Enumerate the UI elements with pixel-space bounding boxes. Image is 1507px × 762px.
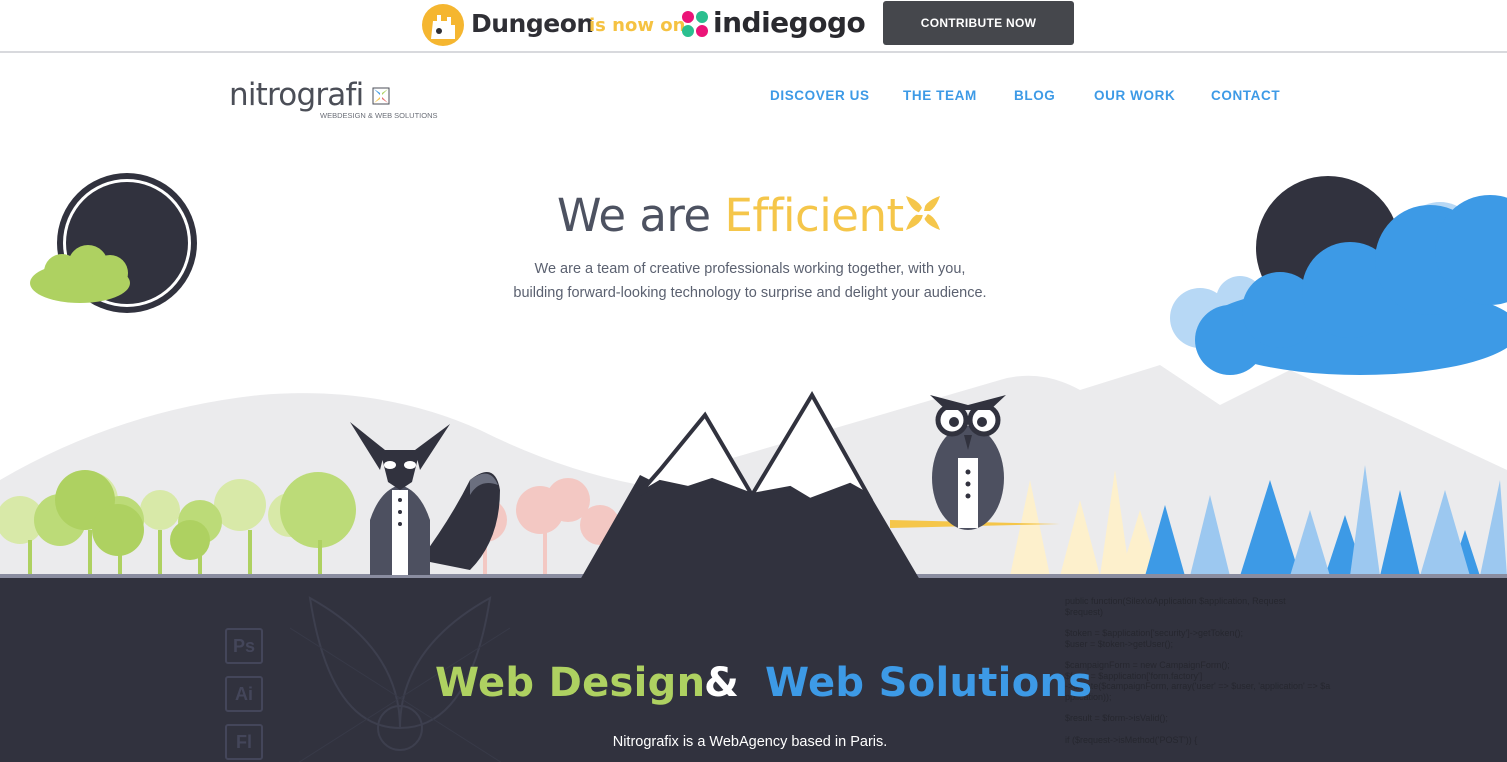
promo-middle-text: is now on [589, 15, 686, 36]
nav-contact[interactable]: CONTACT [1211, 88, 1280, 106]
code-line: $user = $token->getUser(); [1065, 638, 1174, 649]
nav-discover-us[interactable]: DISCOVER US [770, 88, 870, 106]
illustrator-icon: Ai [225, 676, 263, 712]
code-line: $token = $application['security']->getTo… [1065, 628, 1244, 638]
code-line: ->create($campaignForm, array('user' => … [1065, 681, 1331, 691]
contribute-now-button[interactable]: CONTRIBUTE NOW [883, 1, 1074, 45]
hero-subtitle-line-2: building forward-looking technology to s… [513, 285, 987, 301]
hero-title-accent: Efficient [724, 189, 904, 242]
dungeon-logo-icon [422, 4, 464, 46]
agency-tagline: Nitrografix is a WebAgency based in Pari… [612, 734, 888, 750]
hero-subtitle-line-1: We are a team of creative professionals … [534, 261, 966, 277]
code-line: $request) [1065, 606, 1104, 617]
nav-blog[interactable]: BLOG [1014, 88, 1055, 106]
hero-title: We are Efficient [557, 189, 904, 242]
nav-the-team[interactable]: THE TEAM [903, 88, 977, 106]
code-line: if ($request->isMethod('POST')) { [1065, 734, 1198, 745]
logo-text: nitrografi [229, 77, 364, 113]
promo-banner: Dungeon is now on indiegogo CONTRIBUTE N… [0, 0, 1507, 53]
hero-title-start: We are [557, 189, 711, 242]
code-background: public function(Silex\oApplication $appl… [1065, 596, 1331, 745]
web-design-heading: Web Design [435, 660, 706, 706]
flash-icon: Fl [225, 724, 263, 760]
nav-our-work[interactable]: OUR WORK [1094, 88, 1175, 106]
code-line: public function(Silex\oApplication $appl… [1065, 596, 1286, 606]
indiegogo-logo-icon [682, 11, 708, 37]
code-line: $result = $form->isValid(); [1065, 713, 1168, 723]
code-line: $campaignForm = new CampaignForm(); [1065, 660, 1230, 670]
web-solutions-heading: Web Solutions [765, 660, 1093, 706]
site-logo[interactable]: nitrografi WEBDESIGN & WEB SOLUTIONS [229, 77, 438, 120]
hero-subtitle: We are a team of creative professionals … [470, 257, 1030, 305]
promo-brand: Dungeon [471, 9, 594, 38]
code-line: $form = $application['form.factory'] [1065, 670, 1203, 681]
promo-platform: indiegogo [713, 6, 866, 39]
lightning-flower-icon [906, 196, 940, 230]
photoshop-icon: Ps [225, 628, 263, 664]
code-line: pplication)); [1065, 691, 1112, 702]
nitrografix-mark-icon [372, 87, 390, 105]
ampersand: & [704, 660, 740, 706]
logo-tagline: WEBDESIGN & WEB SOLUTIONS [320, 111, 438, 120]
